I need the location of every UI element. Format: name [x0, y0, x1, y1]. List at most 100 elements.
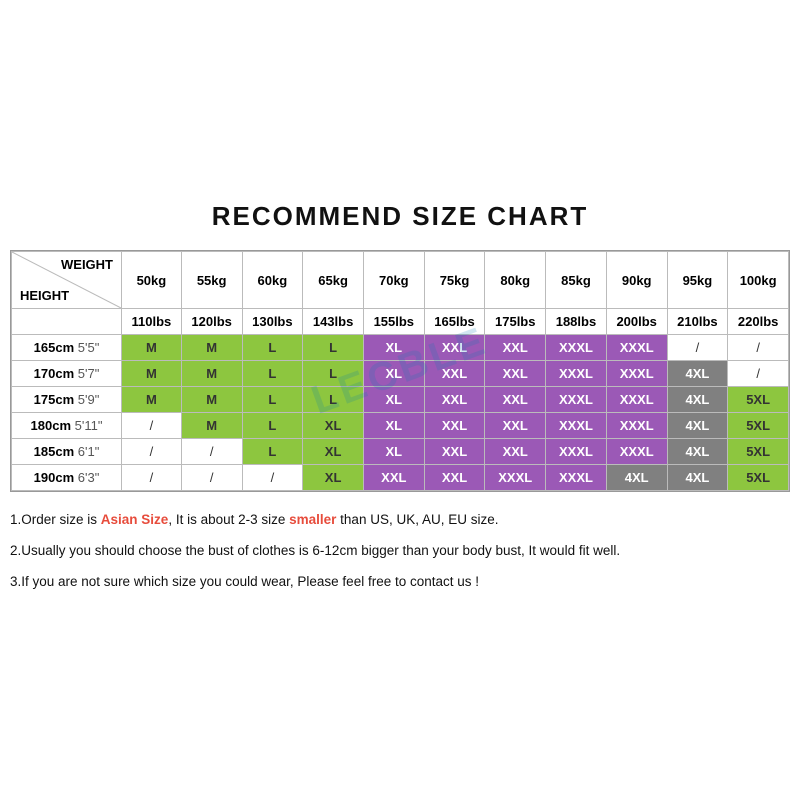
- cell-5-7: XXXL: [546, 465, 607, 491]
- table-row: 170cm 5'7"MMLLXLXXLXXLXXXLXXXL4XL/: [12, 361, 789, 387]
- cell-5-2: /: [242, 465, 303, 491]
- cell-5-1: /: [181, 465, 242, 491]
- cell-3-9: 4XL: [667, 413, 728, 439]
- size-chart-container: RECOMMEND SIZE CHART LECBLE WEIGHT HEIGH…: [10, 201, 790, 599]
- lbs-col-7: 188lbs: [546, 309, 607, 335]
- lbs-col-2: 130lbs: [242, 309, 303, 335]
- cell-3-3: XL: [303, 413, 364, 439]
- cell-2-5: XXL: [424, 387, 485, 413]
- header-row-1: WEIGHT HEIGHT 50kg55kg60kg65kg70kg75kg80…: [12, 252, 789, 309]
- cm-cell-1: 170cm 5'7": [12, 361, 122, 387]
- cell-1-6: XXL: [485, 361, 546, 387]
- weight-col-7: 85kg: [546, 252, 607, 309]
- cell-0-6: XXL: [485, 335, 546, 361]
- cell-4-9: 4XL: [667, 439, 728, 465]
- cell-3-6: XXL: [485, 413, 546, 439]
- cm-cell-0: 165cm 5'5": [12, 335, 122, 361]
- cell-3-10: 5XL: [728, 413, 789, 439]
- cell-1-2: L: [242, 361, 303, 387]
- cell-2-8: XXXL: [606, 387, 667, 413]
- weight-col-8: 90kg: [606, 252, 667, 309]
- cell-4-7: XXXL: [546, 439, 607, 465]
- cell-1-5: XXL: [424, 361, 485, 387]
- weight-col-10: 100kg: [728, 252, 789, 309]
- lbs-col-10: 220lbs: [728, 309, 789, 335]
- cell-4-6: XXL: [485, 439, 546, 465]
- cell-1-0: M: [122, 361, 182, 387]
- cell-5-4: XXL: [363, 465, 424, 491]
- cell-4-0: /: [122, 439, 182, 465]
- cell-4-8: XXXL: [606, 439, 667, 465]
- weight-col-2: 60kg: [242, 252, 303, 309]
- note-2: 2.Usually you should choose the bust of …: [10, 537, 790, 564]
- lbs-col-4: 155lbs: [363, 309, 424, 335]
- lbs-col-0: 110lbs: [122, 309, 182, 335]
- cell-5-0: /: [122, 465, 182, 491]
- cell-5-9: 4XL: [667, 465, 728, 491]
- cell-0-2: L: [242, 335, 303, 361]
- cell-3-8: XXXL: [606, 413, 667, 439]
- cell-0-10: /: [728, 335, 789, 361]
- note-3: 3.If you are not sure which size you cou…: [10, 568, 790, 595]
- cell-4-1: /: [181, 439, 242, 465]
- cell-4-3: XL: [303, 439, 364, 465]
- table-row: 185cm 6'1"//LXLXLXXLXXLXXXLXXXL4XL5XL: [12, 439, 789, 465]
- weight-col-6: 80kg: [485, 252, 546, 309]
- lbs-col-6: 175lbs: [485, 309, 546, 335]
- notes-section: 1.Order size is Asian Size, It is about …: [10, 506, 790, 595]
- lbs-col-3: 143lbs: [303, 309, 364, 335]
- size-tbody: 165cm 5'5"MMLLXLXXLXXLXXXLXXXL//170cm 5'…: [12, 335, 789, 491]
- cell-0-8: XXXL: [606, 335, 667, 361]
- cell-3-2: L: [242, 413, 303, 439]
- cell-1-4: XL: [363, 361, 424, 387]
- lbs-col-5: 165lbs: [424, 309, 485, 335]
- table-row: 180cm 5'11"/MLXLXLXXLXXLXXXLXXXL4XL5XL: [12, 413, 789, 439]
- cell-0-1: M: [181, 335, 242, 361]
- cell-2-4: XL: [363, 387, 424, 413]
- size-table: WEIGHT HEIGHT 50kg55kg60kg65kg70kg75kg80…: [11, 251, 789, 491]
- weight-col-9: 95kg: [667, 252, 728, 309]
- weight-col-3: 65kg: [303, 252, 364, 309]
- cell-1-10: /: [728, 361, 789, 387]
- cell-5-8: 4XL: [606, 465, 667, 491]
- cell-0-0: M: [122, 335, 182, 361]
- weight-label: WEIGHT: [61, 257, 113, 272]
- cell-2-0: M: [122, 387, 182, 413]
- height-label: HEIGHT: [20, 288, 69, 303]
- cell-3-0: /: [122, 413, 182, 439]
- cm-cell-5: 190cm 6'3": [12, 465, 122, 491]
- cell-2-9: 4XL: [667, 387, 728, 413]
- weight-height-cell: WEIGHT HEIGHT: [12, 252, 122, 309]
- cell-5-6: XXXL: [485, 465, 546, 491]
- cell-1-1: M: [181, 361, 242, 387]
- cell-0-3: L: [303, 335, 364, 361]
- table-row: 190cm 6'3"///XLXXLXXLXXXLXXXL4XL4XL5XL: [12, 465, 789, 491]
- cell-0-9: /: [667, 335, 728, 361]
- cell-2-1: M: [181, 387, 242, 413]
- table-container: LECBLE WEIGHT HEIGHT: [10, 250, 790, 492]
- weight-col-4: 70kg: [363, 252, 424, 309]
- cell-1-8: XXXL: [606, 361, 667, 387]
- cell-1-3: L: [303, 361, 364, 387]
- cell-3-5: XXL: [424, 413, 485, 439]
- cell-0-4: XL: [363, 335, 424, 361]
- cell-4-4: XL: [363, 439, 424, 465]
- cm-cell-4: 185cm 6'1": [12, 439, 122, 465]
- cell-2-6: XXL: [485, 387, 546, 413]
- cell-0-7: XXXL: [546, 335, 607, 361]
- cell-2-7: XXXL: [546, 387, 607, 413]
- lbs-col-1: 120lbs: [181, 309, 242, 335]
- table-row: 175cm 5'9"MMLLXLXXLXXLXXXLXXXL4XL5XL: [12, 387, 789, 413]
- cell-4-2: L: [242, 439, 303, 465]
- cell-5-10: 5XL: [728, 465, 789, 491]
- table-row: 165cm 5'5"MMLLXLXXLXXLXXXLXXXL//: [12, 335, 789, 361]
- cm-cell-3: 180cm 5'11": [12, 413, 122, 439]
- cell-4-5: XXL: [424, 439, 485, 465]
- page-title: RECOMMEND SIZE CHART: [10, 201, 790, 232]
- note-1: 1.Order size is Asian Size, It is about …: [10, 506, 790, 533]
- lbs-col-8: 200lbs: [606, 309, 667, 335]
- weight-col-5: 75kg: [424, 252, 485, 309]
- cell-2-3: L: [303, 387, 364, 413]
- cell-5-5: XXL: [424, 465, 485, 491]
- cm-cell-2: 175cm 5'9": [12, 387, 122, 413]
